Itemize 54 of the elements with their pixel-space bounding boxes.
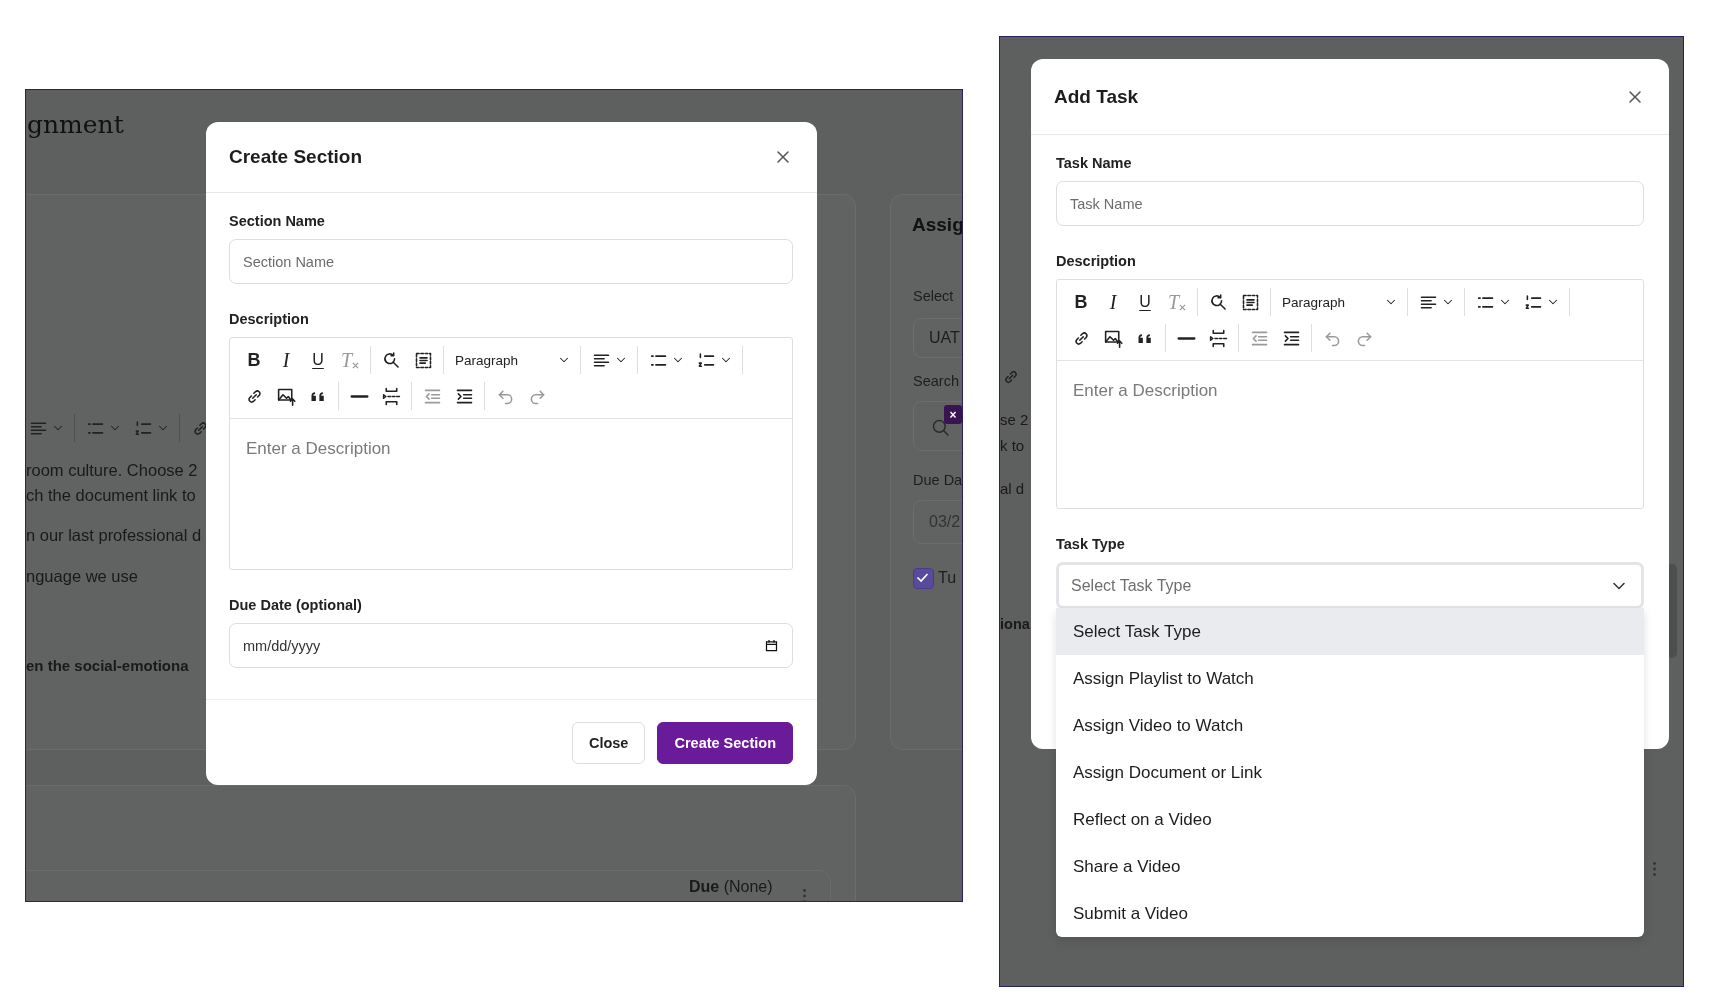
create-section-button[interactable]: Create Section bbox=[657, 721, 793, 764]
dropdown-option[interactable]: Select Task Type bbox=[1056, 608, 1644, 655]
x-mark-icon bbox=[1179, 303, 1187, 311]
field-label: Task Type bbox=[1056, 536, 1126, 552]
section-name-field[interactable]: Section Name bbox=[229, 239, 793, 284]
block-format-dropdown[interactable]: Paragraph bbox=[1276, 288, 1402, 316]
page-break-icon[interactable] bbox=[380, 385, 402, 407]
x-mark-icon bbox=[352, 361, 360, 369]
checkbox-label: Tu bbox=[938, 569, 957, 587]
dialog-title: Create Section bbox=[229, 146, 363, 168]
close-button[interactable]: Close bbox=[571, 721, 646, 764]
paragraph-text: se 2 bbox=[1000, 411, 1029, 428]
editor-placeholder[interactable]: Enter a Description bbox=[1073, 381, 1218, 400]
dropdown-option[interactable]: Assign Playlist to Watch bbox=[1056, 655, 1644, 702]
task-name-field[interactable]: Task Name bbox=[1056, 181, 1644, 226]
italic-button[interactable]: I bbox=[271, 346, 301, 374]
underline-button[interactable]: U bbox=[303, 346, 333, 374]
paragraph-text: room culture. Choose 2 bbox=[26, 461, 198, 480]
calendar-icon[interactable] bbox=[764, 638, 779, 653]
editor-placeholder[interactable]: Enter a Description bbox=[246, 439, 391, 458]
dropdown-option[interactable]: Share a Video bbox=[1056, 843, 1644, 890]
checkbox[interactable] bbox=[913, 568, 934, 589]
field-label: Task Name bbox=[1056, 155, 1133, 171]
due-date-text: Due (None) bbox=[689, 878, 773, 896]
paragraph-text: n our last professional d bbox=[26, 526, 202, 545]
date-field[interactable]: mm/dd/yyyy bbox=[229, 623, 793, 668]
italic-button[interactable]: I bbox=[1098, 288, 1128, 316]
bold-button[interactable]: B bbox=[239, 346, 269, 374]
field-label: Description bbox=[229, 311, 310, 327]
dialog-title: Add Task bbox=[1054, 85, 1139, 108]
tag-remove-button[interactable]: × bbox=[944, 405, 962, 424]
dropdown-option[interactable]: Submit a Video bbox=[1056, 890, 1644, 937]
field-label: Due Date (optional) bbox=[229, 597, 363, 613]
dropdown-option[interactable]: Reflect on a Video bbox=[1056, 796, 1644, 843]
paragraph-text: ch the document link to bbox=[26, 486, 196, 505]
field-label: Search bbox=[913, 373, 959, 389]
field-label: Due Da bbox=[913, 472, 962, 488]
page-title: gnment bbox=[27, 110, 124, 139]
dropdown-option[interactable]: Assign Video to Watch bbox=[1056, 702, 1644, 749]
paragraph-text: en the social-emotiona bbox=[26, 657, 189, 674]
card-title: Assig bbox=[912, 214, 962, 236]
field-label: Description bbox=[1056, 253, 1137, 269]
paragraph-text: al d bbox=[1000, 480, 1025, 497]
paragraph-text: nguage we use bbox=[26, 567, 138, 586]
block-format-dropdown[interactable]: Paragraph bbox=[449, 346, 575, 374]
field-label: Section Name bbox=[229, 213, 326, 229]
bold-button[interactable]: B bbox=[1066, 288, 1096, 316]
dropdown-option[interactable]: Assign Document or Link bbox=[1056, 749, 1644, 796]
field-label: Select bbox=[913, 288, 954, 304]
paragraph-text: k to bbox=[1000, 437, 1025, 454]
paragraph-text: iona bbox=[1000, 616, 1030, 632]
underline-button[interactable]: U bbox=[1130, 288, 1160, 316]
page-break-icon[interactable] bbox=[1207, 327, 1229, 349]
search-icon bbox=[931, 418, 951, 438]
